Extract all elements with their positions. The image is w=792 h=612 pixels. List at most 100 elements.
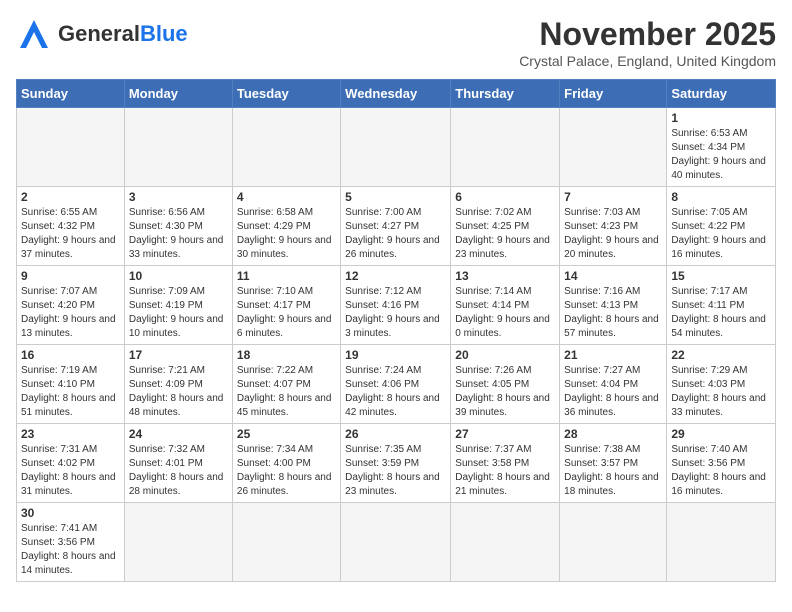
calendar-day-cell [124, 503, 232, 582]
calendar-day-cell: 16Sunrise: 7:19 AM Sunset: 4:10 PM Dayli… [17, 345, 125, 424]
calendar-week-row: 2 Sunrise: 6:55 AM Sunset: 4:32 PM Daylig… [17, 187, 776, 266]
calendar-day-cell [341, 108, 451, 187]
calendar-day-cell: 18 Sunrise: 7:22 AM Sunset: 4:07 PM Dayli… [232, 345, 340, 424]
calendar-day-cell: 28 Sunrise: 7:38 AM Sunset: 3:57 PM Dayli… [560, 424, 667, 503]
calendar-day-cell: 29 Sunrise: 7:40 AM Sunset: 3:56 PM Dayli… [667, 424, 776, 503]
day-number: 2 [21, 190, 120, 204]
calendar-header-thursday: Thursday [451, 80, 560, 108]
calendar-day-cell [124, 108, 232, 187]
day-info: Sunrise: 7:41 AM Sunset: 3:56 PM Dayligh… [21, 522, 120, 578]
day-info: Sunrise: 7:17 AM Sunset: 4:11 PM Dayligh… [671, 285, 771, 341]
day-info: Sunrise: 7:40 AM Sunset: 3:56 PM Dayligh… [671, 443, 771, 499]
day-info: Sunrise: 7:07 AM Sunset: 4:20 PM Dayligh… [21, 285, 120, 341]
calendar-header-friday: Friday [560, 80, 667, 108]
calendar-day-cell: 27 Sunrise: 7:37 AM Sunset: 3:58 PM Dayli… [451, 424, 560, 503]
day-info: Sunrise: 7:27 AM Sunset: 4:04 PM Dayligh… [564, 364, 662, 420]
location-subtitle: Crystal Palace, England, United Kingdom [519, 53, 776, 69]
day-number: 21 [564, 348, 662, 362]
day-info: Sunrise: 7:05 AM Sunset: 4:22 PM Dayligh… [671, 206, 771, 262]
day-number: 3 [129, 190, 228, 204]
calendar-day-cell: 9Sunrise: 7:07 AM Sunset: 4:20 PM Daylig… [17, 266, 125, 345]
day-number: 12 [345, 269, 446, 283]
calendar-week-row: 1Sunrise: 6:53 AM Sunset: 4:34 PM Daylig… [17, 108, 776, 187]
calendar-week-row: 9Sunrise: 7:07 AM Sunset: 4:20 PM Daylig… [17, 266, 776, 345]
calendar-day-cell [341, 503, 451, 582]
day-number: 22 [671, 348, 771, 362]
calendar-day-cell: 26 Sunrise: 7:35 AM Sunset: 3:59 PM Dayli… [341, 424, 451, 503]
calendar-week-row: 16Sunrise: 7:19 AM Sunset: 4:10 PM Dayli… [17, 345, 776, 424]
day-number: 6 [455, 190, 555, 204]
day-info: Sunrise: 6:56 AM Sunset: 4:30 PM Dayligh… [129, 206, 228, 262]
calendar-day-cell: 15Sunrise: 7:17 AM Sunset: 4:11 PM Dayli… [667, 266, 776, 345]
calendar-day-cell: 14Sunrise: 7:16 AM Sunset: 4:13 PM Dayli… [560, 266, 667, 345]
day-number: 20 [455, 348, 555, 362]
day-info: Sunrise: 7:00 AM Sunset: 4:27 PM Dayligh… [345, 206, 446, 262]
day-number: 27 [455, 427, 555, 441]
day-number: 30 [21, 506, 120, 520]
calendar-day-cell: 21 Sunrise: 7:27 AM Sunset: 4:04 PM Dayli… [560, 345, 667, 424]
day-number: 11 [237, 269, 336, 283]
calendar-day-cell [451, 503, 560, 582]
day-number: 7 [564, 190, 662, 204]
logo-general: General [58, 21, 140, 46]
day-number: 24 [129, 427, 228, 441]
day-info: Sunrise: 6:58 AM Sunset: 4:29 PM Dayligh… [237, 206, 336, 262]
calendar-day-cell: 12 Sunrise: 7:12 AM Sunset: 4:16 PM Dayli… [341, 266, 451, 345]
day-info: Sunrise: 6:55 AM Sunset: 4:32 PM Dayligh… [21, 206, 120, 262]
day-number: 18 [237, 348, 336, 362]
calendar-day-cell [232, 108, 340, 187]
day-info: Sunrise: 7:31 AM Sunset: 4:02 PM Dayligh… [21, 443, 120, 499]
calendar-day-cell: 17Sunrise: 7:21 AM Sunset: 4:09 PM Dayli… [124, 345, 232, 424]
calendar-day-cell [232, 503, 340, 582]
day-number: 4 [237, 190, 336, 204]
day-number: 10 [129, 269, 228, 283]
calendar-day-cell: 1Sunrise: 6:53 AM Sunset: 4:34 PM Daylig… [667, 108, 776, 187]
calendar-header-saturday: Saturday [667, 80, 776, 108]
logo-icon [16, 16, 52, 52]
calendar-day-cell: 24 Sunrise: 7:32 AM Sunset: 4:01 PM Dayli… [124, 424, 232, 503]
day-number: 5 [345, 190, 446, 204]
day-number: 13 [455, 269, 555, 283]
day-number: 26 [345, 427, 446, 441]
logo-text: GeneralBlue [58, 23, 188, 45]
day-number: 28 [564, 427, 662, 441]
calendar-day-cell: 13Sunrise: 7:14 AM Sunset: 4:14 PM Dayli… [451, 266, 560, 345]
calendar-day-cell: 25Sunrise: 7:34 AM Sunset: 4:00 PM Dayli… [232, 424, 340, 503]
day-info: Sunrise: 7:22 AM Sunset: 4:07 PM Dayligh… [237, 364, 336, 420]
day-info: Sunrise: 7:26 AM Sunset: 4:05 PM Dayligh… [455, 364, 555, 420]
calendar-day-cell [560, 108, 667, 187]
day-number: 8 [671, 190, 771, 204]
calendar-day-cell: 23Sunrise: 7:31 AM Sunset: 4:02 PM Dayli… [17, 424, 125, 503]
calendar-day-cell: 2 Sunrise: 6:55 AM Sunset: 4:32 PM Daylig… [17, 187, 125, 266]
day-number: 1 [671, 111, 771, 125]
day-info: Sunrise: 7:32 AM Sunset: 4:01 PM Dayligh… [129, 443, 228, 499]
calendar-day-cell [17, 108, 125, 187]
calendar-day-cell: 7 Sunrise: 7:03 AM Sunset: 4:23 PM Daylig… [560, 187, 667, 266]
day-info: Sunrise: 7:10 AM Sunset: 4:17 PM Dayligh… [237, 285, 336, 341]
day-number: 29 [671, 427, 771, 441]
day-info: Sunrise: 7:09 AM Sunset: 4:19 PM Dayligh… [129, 285, 228, 341]
calendar-day-cell: 10 Sunrise: 7:09 AM Sunset: 4:19 PM Dayli… [124, 266, 232, 345]
day-info: Sunrise: 7:24 AM Sunset: 4:06 PM Dayligh… [345, 364, 446, 420]
day-info: Sunrise: 7:03 AM Sunset: 4:23 PM Dayligh… [564, 206, 662, 262]
calendar-header-monday: Monday [124, 80, 232, 108]
logo: GeneralBlue [16, 16, 188, 52]
day-info: Sunrise: 7:29 AM Sunset: 4:03 PM Dayligh… [671, 364, 771, 420]
day-number: 25 [237, 427, 336, 441]
calendar-day-cell [667, 503, 776, 582]
calendar-day-cell: 20 Sunrise: 7:26 AM Sunset: 4:05 PM Dayli… [451, 345, 560, 424]
day-info: Sunrise: 7:35 AM Sunset: 3:59 PM Dayligh… [345, 443, 446, 499]
calendar-day-cell: 22 Sunrise: 7:29 AM Sunset: 4:03 PM Dayli… [667, 345, 776, 424]
logo-blue: Blue [140, 21, 188, 46]
day-number: 19 [345, 348, 446, 362]
day-info: Sunrise: 7:19 AM Sunset: 4:10 PM Dayligh… [21, 364, 120, 420]
calendar-day-cell: 3 Sunrise: 6:56 AM Sunset: 4:30 PM Daylig… [124, 187, 232, 266]
calendar-header-sunday: Sunday [17, 80, 125, 108]
day-info: Sunrise: 7:38 AM Sunset: 3:57 PM Dayligh… [564, 443, 662, 499]
month-title: November 2025 [519, 16, 776, 53]
day-info: Sunrise: 7:16 AM Sunset: 4:13 PM Dayligh… [564, 285, 662, 341]
day-info: Sunrise: 7:37 AM Sunset: 3:58 PM Dayligh… [455, 443, 555, 499]
calendar-header-wednesday: Wednesday [341, 80, 451, 108]
calendar-day-cell: 19 Sunrise: 7:24 AM Sunset: 4:06 PM Dayli… [341, 345, 451, 424]
day-info: Sunrise: 7:12 AM Sunset: 4:16 PM Dayligh… [345, 285, 446, 341]
